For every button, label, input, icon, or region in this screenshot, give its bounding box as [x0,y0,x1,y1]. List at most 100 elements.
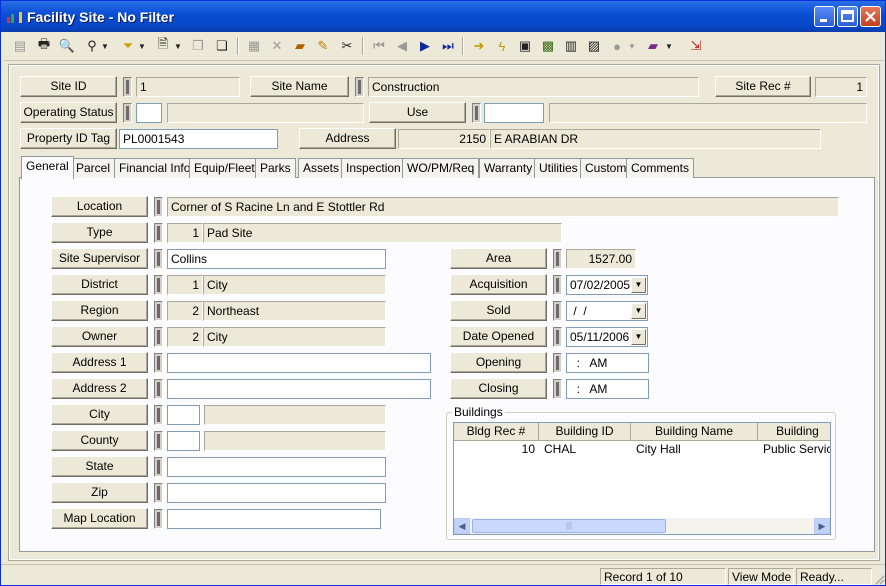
scroll-left-icon[interactable]: ◀ [454,518,470,534]
globe-icon[interactable]: ● [606,35,628,57]
opening-button[interactable]: Opening [450,352,547,373]
district-code-field[interactable]: 1 [167,275,203,295]
map-icon[interactable]: ▣ [514,35,536,57]
zip-field[interactable] [167,483,386,503]
tab-parks[interactable]: Parks [255,158,296,178]
map-location-button[interactable]: Map Location [51,508,148,529]
sold-button[interactable]: Sold [450,300,547,321]
duplicate-icon[interactable]: ❏ [211,35,233,57]
region-button[interactable]: Region [51,300,148,321]
minimize-button[interactable] [814,6,835,27]
globe-dropdown-icon[interactable]: ▼ [627,35,637,57]
operating-status-grip[interactable] [123,103,132,123]
tab-parcel[interactable]: Parcel [71,158,116,178]
gis-icon[interactable]: ▨ [583,35,605,57]
scroll-right-icon[interactable]: ▶ [814,518,830,534]
copy-record-icon[interactable]: ❐ [187,35,209,57]
operating-status-code-field[interactable] [136,103,162,123]
use-button[interactable]: Use [369,102,466,123]
property-id-button[interactable]: Property ID Tag [20,128,117,149]
owner-code-field[interactable]: 2 [167,327,203,347]
column-header-building-name[interactable]: Building Name [631,423,758,441]
site-id-grip[interactable] [123,77,132,97]
cut-scissors-icon[interactable]: ✂ [336,35,358,57]
last-record-icon[interactable]: ⏭ [437,35,459,57]
closing-time-field[interactable]: : AM [566,379,649,399]
county-code-field[interactable] [167,431,200,451]
date-opened-grip[interactable] [553,327,562,347]
city-code-field[interactable] [167,405,200,425]
region-grip[interactable] [154,301,163,321]
tab-inspection[interactable]: Inspection [341,158,406,178]
owner-button[interactable]: Owner [51,326,148,347]
scroll-thumb[interactable]: ||| [472,519,666,533]
image-icon[interactable]: ▩ [537,35,559,57]
county-grip[interactable] [154,431,163,451]
filter-icon[interactable]: ⏷ [117,35,139,57]
tab-assets[interactable]: Assets [298,158,345,178]
book-dropdown-icon[interactable]: ▼ [664,35,674,57]
tab-comments[interactable]: Comments [626,158,695,178]
tab-utilities[interactable]: Utilities [534,158,583,178]
opening-time-field[interactable]: : AM [566,353,649,373]
calculator-icon[interactable]: ▥ [560,35,582,57]
acquisition-button[interactable]: Acquisition [450,274,547,295]
dropdown-arrow-icon[interactable]: ▼ [631,277,646,293]
tab-general[interactable]: General [21,156,74,179]
owner-grip[interactable] [154,327,163,347]
dropdown-arrow-icon[interactable]: ▼ [631,329,646,345]
region-code-field[interactable]: 2 [167,301,203,321]
zip-button[interactable]: Zip [51,482,148,503]
address2-grip[interactable] [154,379,163,399]
area-grip[interactable] [553,249,562,269]
first-record-icon[interactable]: ⏮ [368,35,390,57]
print-icon[interactable]: 🖶 [33,35,55,57]
tab-warranty[interactable]: Warranty [479,158,538,178]
address1-button[interactable]: Address 1 [51,352,148,373]
lightning-icon[interactable]: ϟ [491,35,513,57]
print-preview-icon[interactable]: 🔍 [56,35,78,57]
report-dropdown-icon[interactable]: ▼ [173,35,183,57]
acquisition-date-picker[interactable]: 07/02/2005 ▼ [566,275,648,295]
site-id-button[interactable]: Site ID [20,76,117,97]
county-button[interactable]: County [51,430,148,451]
location-button[interactable]: Location [51,196,148,217]
title-bar[interactable]: Facility Site - No Filter [1,1,885,32]
district-button[interactable]: District [51,274,148,295]
map-location-field[interactable] [167,509,381,529]
report-icon[interactable]: 🗎 [152,35,174,57]
search-dropdown-icon[interactable]: ▼ [100,35,110,57]
acquisition-grip[interactable] [553,275,562,295]
address1-field[interactable] [167,353,431,373]
exit-icon[interactable]: ⇲ [685,35,707,57]
close-button[interactable] [860,6,881,27]
state-field[interactable] [167,457,386,477]
state-grip[interactable] [154,457,163,477]
tab-custom[interactable]: Custom [580,158,632,178]
closing-button[interactable]: Closing [450,378,547,399]
dropdown-arrow-icon[interactable]: ▼ [631,303,646,319]
address-street-field[interactable]: E ARABIAN DR [490,129,821,149]
type-button[interactable]: Type [51,222,148,243]
address-button[interactable]: Address [299,128,396,149]
use-code-field[interactable] [484,103,544,123]
site-supervisor-grip[interactable] [154,249,163,269]
map-location-grip[interactable] [154,509,163,529]
buildings-grid[interactable]: Bldg Rec # Building ID Building Name Bui… [453,422,831,535]
type-code-field[interactable]: 1 [167,223,203,243]
delete-icon[interactable]: ✕ [266,35,288,57]
property-id-field[interactable]: PL0001543 [119,129,278,149]
address2-field[interactable] [167,379,431,399]
city-grip[interactable] [154,405,163,425]
resize-grip-icon[interactable] [873,573,885,585]
address-number-field[interactable]: 2150 [398,129,490,149]
closing-grip[interactable] [553,379,562,399]
date-opened-button[interactable]: Date Opened [450,326,547,347]
site-supervisor-field[interactable]: Collins [167,249,386,269]
state-button[interactable]: State [51,456,148,477]
maximize-button[interactable] [837,6,858,27]
district-grip[interactable] [154,275,163,295]
operating-status-button[interactable]: Operating Status [20,102,117,123]
new-record-icon[interactable]: ▤ [9,35,31,57]
attachments-icon[interactable]: ▰ [289,35,311,57]
